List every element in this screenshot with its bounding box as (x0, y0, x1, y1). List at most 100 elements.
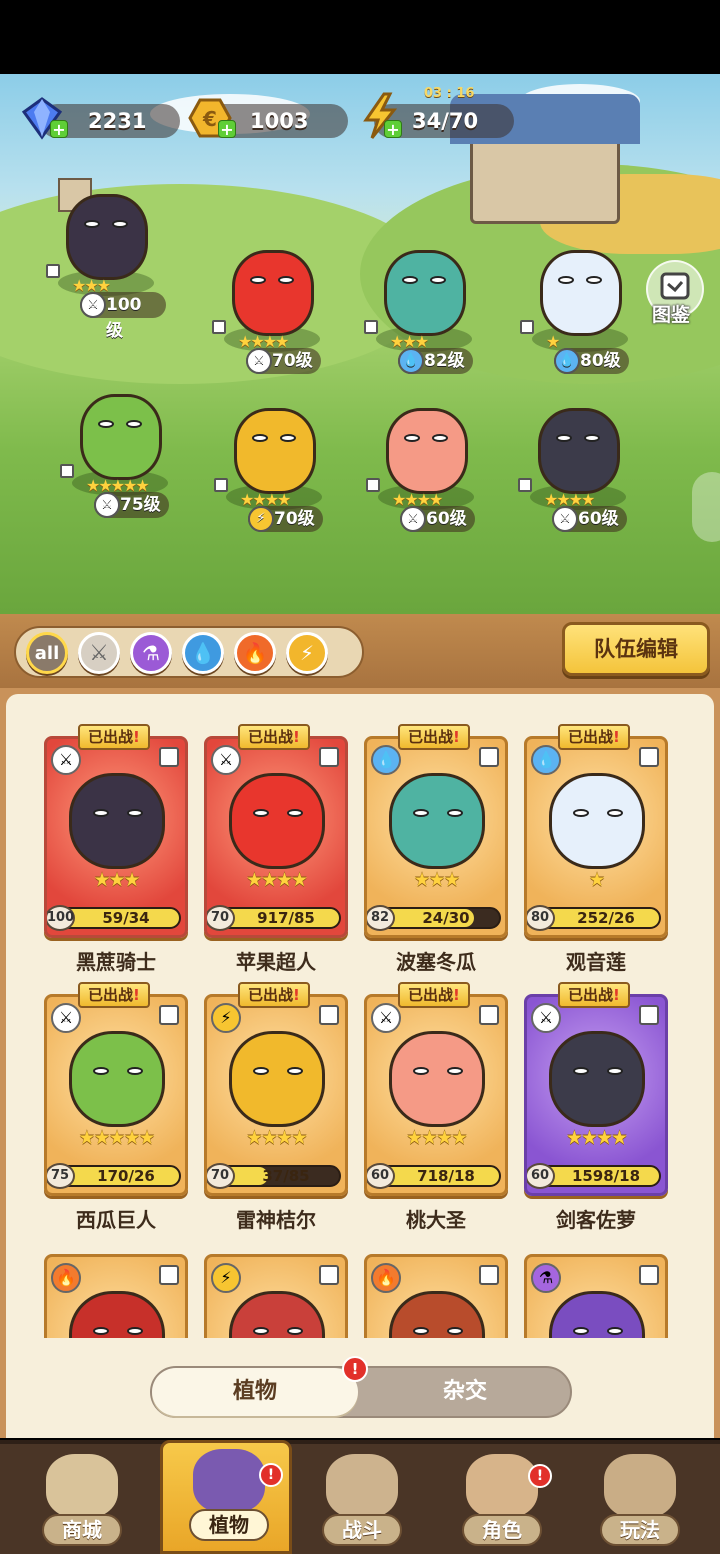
add-coins-icon[interactable]: + (218, 120, 236, 138)
alert-mark: ! (613, 986, 620, 1004)
plant-card[interactable]: 💧 ★★★ 24/30 82 (364, 736, 508, 938)
hero-sprite (386, 408, 468, 494)
filter-lightning[interactable]: ⚡ (286, 632, 328, 674)
team-hero[interactable]: ★★★ 💧 82级 (364, 236, 484, 374)
plant-card[interactable]: 🔥 (44, 1254, 188, 1338)
plants-alert-badge: ! (342, 1356, 368, 1382)
grid-icon (479, 1005, 499, 1025)
plant-eye (127, 809, 143, 817)
plant-card[interactable]: ⚔ ★★★★ 1598/18 60 (524, 994, 668, 1196)
filter-fire[interactable]: 🔥 (234, 632, 276, 674)
plant-portrait (229, 1031, 325, 1127)
hero-stars: ★ (546, 332, 560, 351)
nav-tab[interactable]: 玩法 (574, 1448, 706, 1554)
nav-tab[interactable]: 植物 ! (160, 1440, 292, 1554)
hero-level: 75级 (120, 495, 161, 515)
segment-plants[interactable]: 植物 (152, 1368, 358, 1416)
grid-icon (639, 1005, 659, 1025)
segment-hybrid[interactable]: 杂交 (362, 1368, 568, 1416)
grid-icon (159, 747, 179, 767)
nav-tab[interactable]: 商城 (16, 1448, 148, 1554)
team-hero[interactable]: ★★★★ ⚔ 70级 (212, 236, 332, 374)
plant-name: 苹果超人 (236, 950, 316, 974)
potion-icon: ⚗ (531, 1263, 561, 1293)
plant-card[interactable]: ⚔ ★★★★ 917/85 70 (204, 736, 348, 938)
hero-sprite (66, 194, 148, 280)
plant-eye (573, 809, 589, 817)
nav-tab[interactable]: 战斗 (296, 1448, 428, 1554)
plant-eye (287, 809, 303, 817)
team-edit-button[interactable]: 队伍编辑 (562, 622, 710, 676)
alert-mark: ! (133, 728, 140, 746)
team-hero[interactable]: ★★★ ⚔ 100级 (46, 180, 166, 341)
hero-sprite (80, 394, 162, 480)
plant-portrait (229, 1291, 325, 1338)
team-scene: + 2231 € + 1003 + 03 : 16 34/70 图鉴 ★★★ ⚔… (0, 74, 720, 614)
grid-icon (639, 1265, 659, 1285)
grid-icon (319, 1265, 339, 1285)
sword-icon: ⚔ (552, 506, 578, 532)
deployed-label: 已出战 (88, 728, 134, 746)
filter-all-label: all (34, 642, 60, 664)
add-gems-icon[interactable]: + (50, 120, 68, 138)
grid-icon (159, 1265, 179, 1285)
card-stars: ★★★★ (405, 1127, 468, 1149)
deployed-tag: 已出战! (238, 724, 310, 750)
plant-eye (413, 1327, 429, 1335)
filter-sword[interactable]: ⚔ (78, 632, 120, 674)
card-stars: ★★★★ (565, 1127, 628, 1149)
team-hero[interactable]: ★★★★ ⚔ 60级 (366, 394, 486, 532)
grid-icon (212, 320, 226, 334)
nav-tab-label: 商城 (42, 1514, 122, 1546)
svg-text:€: € (202, 107, 217, 131)
sword-icon: ⚔ (80, 292, 106, 318)
plant-eye (93, 1067, 109, 1075)
status-bar (0, 0, 720, 74)
hero-level: 60级 (426, 509, 467, 529)
plant-card[interactable]: ⚗ (524, 1254, 668, 1338)
hero-eye (430, 276, 446, 284)
team-hero[interactable]: ★★★★ ⚔ 60级 (518, 394, 638, 532)
water-icon: 💧 (531, 745, 561, 775)
add-energy-icon[interactable]: + (384, 120, 402, 138)
plant-card[interactable]: ⚔ ★★★★ 718/18 60 (364, 994, 508, 1196)
grid-icon (214, 478, 228, 492)
card-level: 80 (527, 905, 555, 931)
water-icon: 💧 (371, 745, 401, 775)
hero-level-chip: ⚔ 75级 (94, 492, 169, 518)
team-hero[interactable]: ★ 💧 80级 (520, 236, 640, 374)
plant-eye (607, 1327, 623, 1335)
plant-card[interactable]: ⚡ ★★★★ 37/85 70 (204, 994, 348, 1196)
grid-icon (639, 747, 659, 767)
hero-eye (280, 434, 296, 442)
side-tab[interactable] (692, 472, 720, 542)
plant-portrait (549, 773, 645, 869)
hero-level-chip: 💧 80级 (554, 348, 629, 374)
deployed-label: 已出战 (568, 986, 614, 1004)
plant-portrait (229, 773, 325, 869)
plant-portrait (549, 1031, 645, 1127)
hero-level: 60级 (578, 509, 619, 529)
plant-name: 波塞冬瓜 (396, 950, 476, 974)
plant-eye (573, 1327, 589, 1335)
team-hero[interactable]: ★★★★ ⚡ 70级 (214, 394, 334, 532)
nav-tab[interactable]: 角色 ! (436, 1448, 568, 1554)
hero-level: 82级 (424, 351, 465, 371)
filter-potion[interactable]: ⚗ (130, 632, 172, 674)
plant-card[interactable]: 💧 ★ 252/26 80 (524, 736, 668, 938)
plant-card[interactable]: 🔥 (364, 1254, 508, 1338)
hero-sprite (538, 408, 620, 494)
card-stars: ★★★★★ (78, 1127, 155, 1149)
plant-card[interactable]: ⚔ ★★★ 59/34 100 (44, 736, 188, 938)
hero-level-chip: 💧 82级 (398, 348, 473, 374)
filter-water[interactable]: 💧 (182, 632, 224, 674)
plant-card[interactable]: ⚔ ★★★★★ 170/26 75 (44, 994, 188, 1196)
hero-level-chip: ⚔ 60级 (552, 506, 627, 532)
grid-icon (319, 747, 339, 767)
plant-card[interactable]: ⚡ (204, 1254, 348, 1338)
panel-inner: ⚔ ★★★ 59/34 100 已出战! 黑蔗骑士 ⚔ ★★★★ 917/85 70… (6, 694, 714, 1438)
card-level: 75 (47, 1163, 75, 1189)
filter-all[interactable]: all (26, 632, 68, 674)
team-hero[interactable]: ★★★★★ ⚔ 75级 (60, 380, 180, 518)
hero-eye (556, 434, 572, 442)
